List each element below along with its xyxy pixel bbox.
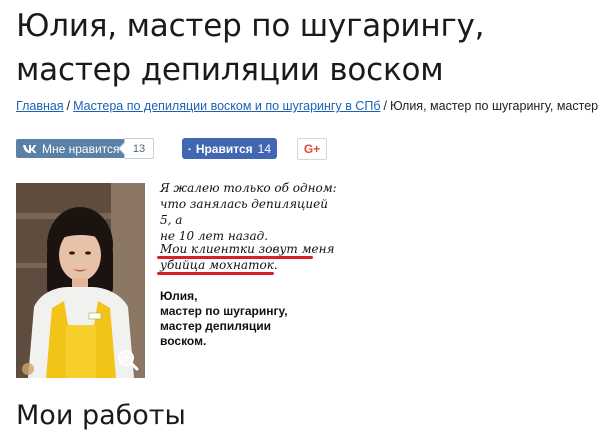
breadcrumb: Главная / Мастера по депиляции воском и по… [16,99,600,113]
signature-line: воском. [160,334,207,348]
vk-like-count: 13 [124,138,154,159]
works-heading: Мои работы [16,400,186,431]
breadcrumb-separator: / [383,99,387,113]
breadcrumb-current: Юлия, мастер по шугарингу, мастер депиля… [389,99,600,113]
breadcrumb-section-link[interactable]: Мастера по депиляции воском и по шугарин… [73,99,380,113]
red-underline [157,272,274,275]
vk-like-label: Мне нравится [42,141,120,156]
vk-icon [23,144,37,153]
breadcrumb-separator: / [66,99,71,113]
google-plus-button[interactable]: G+ [297,138,327,160]
facebook-like-label: Нравится [195,141,253,156]
master-signature: Юлия, мастер по шугарингу, мастер депиля… [160,289,340,349]
highlight-line: Мои клиентки зовут меня [160,242,335,256]
zoom-in-icon[interactable] [117,349,139,371]
highlight-line: убийца мохнаток. [160,258,278,272]
page-title: Юлия, мастер по шугарингу, мастер депиля… [16,8,485,88]
signature-line: мастер депиляции [160,319,271,333]
signature-line: Юлия, [160,289,198,303]
quote-line: что занялась депиляцией 5, а [160,197,328,227]
quote-line: Я жалею только об одном: [160,181,337,195]
signature-line: мастер по шугарингу, [160,304,288,318]
master-quote: Я жалею только об одном: что занялась де… [160,180,340,244]
facebook-like-count: 14 [257,141,271,156]
thumbs-up-icon [188,147,191,150]
facebook-like-button[interactable]: Нравится 14 [182,138,277,159]
red-underline [157,256,313,259]
vk-like-button[interactable]: Мне нравится [16,139,128,158]
breadcrumb-home-link[interactable]: Главная [16,99,64,113]
